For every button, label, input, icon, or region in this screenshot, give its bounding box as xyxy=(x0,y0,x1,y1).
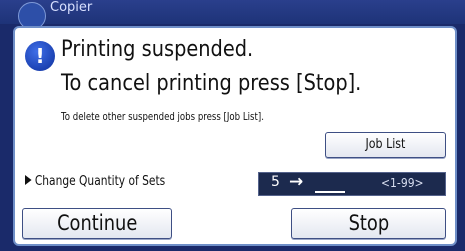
dialog-title-line1: Printing suspended. xyxy=(61,37,254,62)
exclamation-icon: ! xyxy=(25,41,55,71)
suspended-dialog: ! Printing suspended. To cancel printing… xyxy=(13,26,457,246)
continue-button[interactable]: Continue xyxy=(22,208,172,239)
continue-label: Continue xyxy=(56,211,138,235)
quantity-current: 5 xyxy=(271,174,280,190)
quantity-range: <1-99> xyxy=(381,176,424,190)
quantity-input[interactable] xyxy=(315,174,345,193)
stop-button[interactable]: Stop xyxy=(291,208,446,239)
change-quantity-label: Change Quantity of Sets xyxy=(25,174,165,189)
right-arrow-icon: → xyxy=(289,172,304,192)
dialog-subtitle: To delete other suspended jobs press [Jo… xyxy=(61,110,264,123)
quantity-panel[interactable]: 5 → <1-99> xyxy=(258,172,446,196)
triangle-right-icon xyxy=(25,175,32,185)
dialog-title-line2: To cancel printing press [Stop]. xyxy=(61,71,362,96)
stop-label: Stop xyxy=(348,211,389,235)
change-quantity-text: Change Quantity of Sets xyxy=(34,174,166,189)
top-bar: Copier xyxy=(0,0,465,30)
job-list-label: Job List xyxy=(365,137,406,152)
job-list-button[interactable]: Job List xyxy=(325,132,446,158)
app-title: Copier xyxy=(50,0,93,15)
